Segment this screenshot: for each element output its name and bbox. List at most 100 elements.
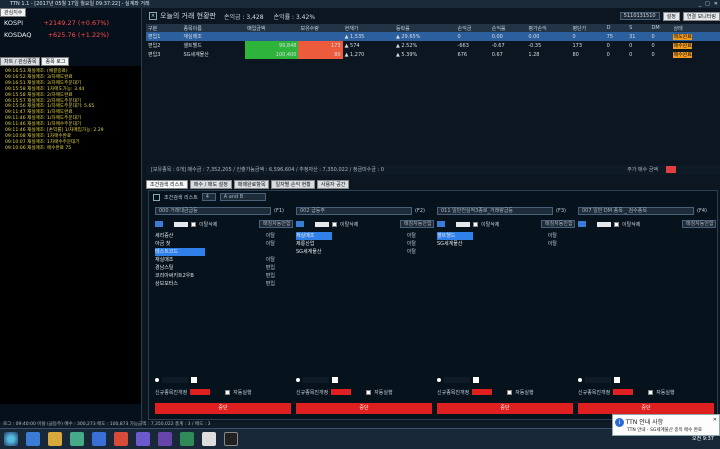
amount-field[interactable] [331, 389, 352, 395]
vs-icon[interactable] [158, 432, 172, 446]
subtab[interactable]: 사용자 공간 [316, 180, 350, 189]
list-item[interactable]: 테스트코드 [155, 248, 293, 256]
list-item[interactable]: SG세계물산 이탈 [296, 248, 434, 256]
toggle-switch[interactable] [456, 221, 470, 227]
subtab[interactable]: 일자별 손익 현황 [271, 180, 315, 189]
settings-button[interactable]: 설정 [662, 11, 680, 21]
tab-index[interactable]: 관심지수 [0, 8, 27, 17]
delete-checkbox[interactable] [614, 221, 619, 227]
auto-checkbox[interactable] [366, 389, 372, 395]
folder-icon[interactable] [48, 432, 62, 446]
column-header[interactable]: 매입금액 [245, 24, 299, 32]
ie-icon[interactable] [26, 432, 40, 446]
column-header[interactable]: S [627, 24, 650, 32]
column-header[interactable]: 구분 [146, 24, 182, 32]
terminal-icon[interactable] [224, 432, 238, 446]
toggle-switch[interactable] [315, 221, 329, 227]
toggle-switch[interactable] [597, 221, 611, 227]
list-item[interactable]: 코리아써키트2우B 편입 [155, 272, 293, 280]
condition-select[interactable]: 002 급등주 [296, 207, 412, 215]
column-header[interactable]: 평단가 [570, 24, 605, 32]
list-item[interactable]: 아금 첫 이탈 [155, 240, 293, 248]
mode-select[interactable]: 매칭자동안함 [541, 220, 575, 228]
stop-button[interactable]: 중단 [155, 403, 291, 414]
amount-field[interactable] [472, 389, 493, 395]
column-header[interactable]: 평가손익 [526, 24, 571, 32]
flag-icon[interactable] [296, 221, 304, 227]
column-header[interactable]: 종목이름 [181, 24, 246, 32]
column-header[interactable]: DM [649, 24, 672, 32]
delete-checkbox[interactable] [473, 221, 478, 227]
column-header[interactable]: D [604, 24, 628, 32]
subtab[interactable]: 매매완료항목 [233, 180, 270, 189]
value-field[interactable] [162, 377, 188, 383]
flag-icon[interactable] [155, 221, 163, 227]
condition-select[interactable]: 011 일반전실적3종로_거래량급등 [437, 207, 553, 215]
word-icon[interactable] [92, 432, 106, 446]
stop-button[interactable]: 중단 [578, 403, 714, 414]
value-field[interactable] [585, 377, 611, 383]
table-row[interactable]: 편입2 셀트헬드 99,848 173 ▲ 574 ▲ 2.52% -663 -0.67 -0.… [146, 41, 720, 50]
auto-checkbox[interactable] [648, 389, 654, 395]
flag-icon[interactable] [437, 221, 445, 227]
auto-checkbox[interactable] [225, 389, 231, 395]
mode-select[interactable]: 매칭자동안함 [400, 220, 434, 228]
stop-button[interactable]: 중단 [437, 403, 573, 414]
app-icon[interactable] [136, 432, 150, 446]
list-item[interactable]: 세리증산 이탈 [155, 232, 293, 240]
app-icon[interactable] [202, 432, 216, 446]
spin-button[interactable] [191, 377, 197, 383]
auto-checkbox[interactable] [507, 389, 513, 395]
app-icon[interactable] [70, 432, 84, 446]
list-item[interactable]: 상보모터스 편입 [155, 280, 293, 288]
table-row[interactable]: 편입1 재실매조 ▲ 1,535 ▲ 29.65% 0 0.00 0.00 0 75 31 0 매도완… [146, 32, 720, 41]
list-item[interactable]: 재실매조 이탈 [155, 256, 293, 264]
toggle-switch[interactable] [174, 221, 188, 227]
column-header[interactable]: 상태 [671, 24, 720, 32]
delete-checkbox[interactable] [332, 221, 337, 227]
mode-select[interactable]: 매칭자동안함 [682, 220, 716, 228]
logic-select[interactable]: A and B [219, 193, 266, 201]
count-select[interactable]: 4 [201, 193, 216, 201]
panel-close-icon[interactable] [153, 193, 160, 201]
amount-field[interactable] [613, 389, 634, 395]
list-item[interactable]: 경남스틸 편입 [155, 264, 293, 272]
radio-icon[interactable] [437, 378, 441, 382]
maximize-icon[interactable]: □ [705, 0, 710, 8]
spin-button[interactable] [332, 377, 338, 383]
radio-icon[interactable] [155, 378, 159, 382]
popup-close-icon[interactable]: ✕ [713, 417, 717, 423]
collapse-icon[interactable]: × [149, 12, 157, 20]
spin-button[interactable] [473, 377, 479, 383]
close-icon[interactable]: ✕ [714, 0, 718, 8]
app-icon[interactable] [114, 432, 128, 446]
table-row[interactable]: 편입3 SG세계물산 100,400 80 ▲ 1,270 ▲ 5.39% 676 0.67 1… [146, 50, 720, 59]
delete-checkbox[interactable] [191, 221, 196, 227]
condition-select[interactable]: 007 일반 DM 종목 _ 검수종목 [578, 207, 694, 215]
condition-select[interactable]: 000 거래대금급등 [155, 207, 271, 215]
column-header[interactable]: 보유수량 [298, 24, 343, 32]
minimize-icon[interactable]: _ [699, 0, 702, 8]
column-header[interactable]: 등락률 [393, 24, 456, 32]
column-header[interactable]: 손익률 [489, 24, 527, 32]
start-icon[interactable] [4, 432, 18, 446]
subtab[interactable]: 조건검색 리스트 [146, 180, 188, 189]
radio-icon[interactable] [578, 378, 582, 382]
list-item[interactable]: SG세계물산 이탈 [437, 240, 575, 248]
mode-select[interactable]: 매칭자동안함 [259, 220, 293, 228]
flag-icon[interactable] [578, 221, 586, 227]
column-header[interactable]: 현재가 [342, 24, 394, 32]
amount-field[interactable] [190, 389, 211, 395]
notification-popup[interactable]: i TTN 안내 사항 ✕ TTN 안내 - SG세계물산 종목 매수 완료 [612, 414, 720, 436]
column-header[interactable]: 손익금 [455, 24, 490, 32]
list-item[interactable]: 제룡산업 이탈 [296, 240, 434, 248]
monitor-button[interactable]: 연결 모니터링 [682, 11, 720, 21]
radio-icon[interactable] [296, 378, 300, 382]
stop-button[interactable]: 중단 [296, 403, 432, 414]
list-item[interactable]: 재실매조 이탈 [296, 232, 434, 240]
app-icon[interactable] [180, 432, 194, 446]
value-field[interactable] [303, 377, 329, 383]
tab-log[interactable]: 종목 로그 [41, 57, 70, 66]
account-select[interactable]: 5110131510 [619, 12, 660, 20]
tab-chart[interactable]: 차트 / 관심종목 [0, 57, 41, 66]
